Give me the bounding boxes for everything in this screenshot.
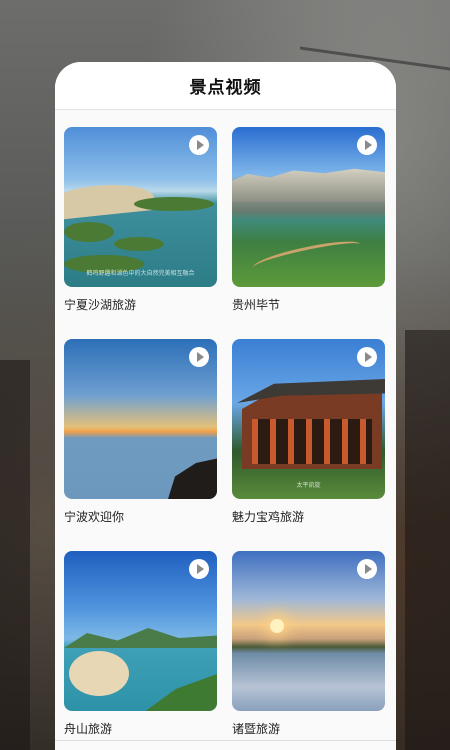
video-caption: 鹤鸣野趣和湖色中的大自然完美相互融合 (86, 270, 195, 277)
video-card-zhoushan[interactable]: 舟山旅游 (64, 551, 217, 750)
page-title: 景点视频 (189, 78, 262, 98)
play-icon[interactable] (357, 559, 377, 579)
video-card-ningxia[interactable]: 鹤鸣野趣和湖色中的大自然完美相互融合 宁夏沙湖旅游 (64, 127, 217, 339)
bottom-tab-bar (55, 740, 396, 750)
panel-header: 景点视频 (55, 62, 396, 110)
video-title[interactable]: 魅力宝鸡旅游 (232, 508, 385, 525)
play-icon[interactable] (189, 135, 209, 155)
video-card-ningbo[interactable]: 宁波欢迎你 (64, 339, 217, 551)
video-card-zhuji[interactable]: 诸暨旅游 (232, 551, 385, 750)
play-icon[interactable] (357, 135, 377, 155)
video-thumbnail[interactable]: 鹤鸣野趣和湖色中的大自然完美相互融合 (64, 127, 217, 287)
video-thumbnail[interactable] (232, 127, 385, 287)
video-thumbnail[interactable] (64, 339, 217, 499)
video-caption: 太平凯旋 (296, 482, 321, 489)
video-thumbnail[interactable]: 太平凯旋 (232, 339, 385, 499)
video-card-baoji[interactable]: 太平凯旋 魅力宝鸡旅游 (232, 339, 385, 551)
video-card-guizhou[interactable]: 贵州毕节 (232, 127, 385, 339)
video-title[interactable]: 宁夏沙湖旅游 (64, 296, 217, 313)
video-thumbnail[interactable] (232, 551, 385, 711)
video-title[interactable]: 诸暨旅游 (232, 720, 385, 737)
video-thumbnail[interactable] (64, 551, 217, 711)
video-title[interactable]: 舟山旅游 (64, 720, 217, 737)
video-title[interactable]: 贵州毕节 (232, 296, 385, 313)
video-title[interactable]: 宁波欢迎你 (64, 508, 217, 525)
play-icon[interactable] (189, 559, 209, 579)
play-icon[interactable] (189, 347, 209, 367)
video-grid: 鹤鸣野趣和湖色中的大自然完美相互融合 宁夏沙湖旅游 贵州毕节 宁波欢迎你 太平凯… (64, 127, 387, 750)
play-icon[interactable] (357, 347, 377, 367)
video-panel: 景点视频 鹤鸣野趣和湖色中的大自然完美相互融合 宁夏沙湖旅游 贵州毕节 宁波欢迎… (55, 62, 396, 750)
